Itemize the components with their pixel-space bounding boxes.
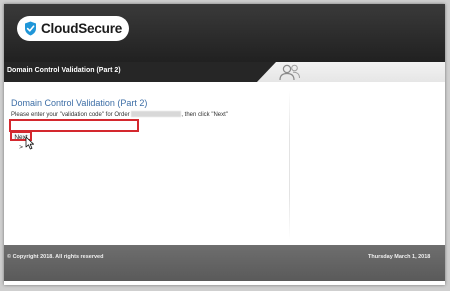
mouse-pointer-icon [25,136,34,150]
instruction-suffix: , then click "Next" [181,112,228,118]
cloudsecure-logo[interactable]: CloudSecure [17,16,129,41]
copyright-text: © Copyright 2018. All rights reserved [7,254,104,260]
instruction-text: Please enter your "validation code" for … [11,111,228,118]
order-number-redacted [131,111,182,117]
content-divider [289,90,290,240]
browser-window: CloudSecure [4,4,445,285]
footer-date: Thursday March 1, 2018 [368,254,431,260]
instruction-prefix: Please enter your "validation code" for … [11,112,130,118]
users-icon [279,64,300,81]
title-bar-label: Domain Control Validation (Part 2) [7,67,121,74]
site-footer [4,245,445,281]
shield-check-icon [25,21,36,36]
page-title: Domain Control Validation (Part 2) [11,98,148,108]
site-header: CloudSecure [4,4,445,66]
brand-name: CloudSecure [41,21,123,36]
